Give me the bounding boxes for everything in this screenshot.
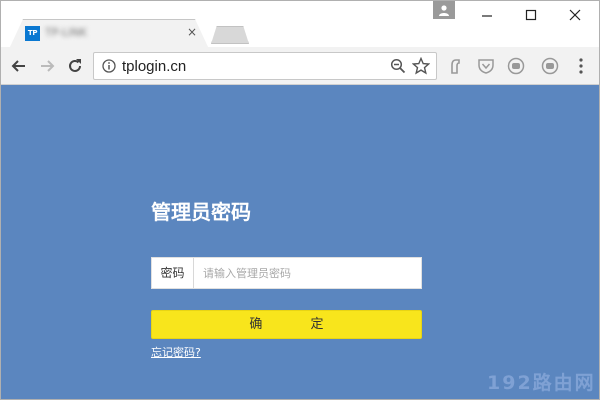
extension-icon[interactable] (447, 57, 465, 75)
password-input[interactable] (195, 258, 421, 288)
tab-title: TP-LINK (45, 26, 87, 39)
menu-icon[interactable] (576, 57, 586, 75)
profile-icon (439, 5, 449, 16)
page-title: 管理员密码 (151, 200, 251, 224)
reload-icon[interactable] (65, 56, 85, 76)
forward-arrow-icon[interactable] (37, 56, 57, 76)
watermark: 192路由网 (487, 372, 596, 394)
ghost-icon[interactable] (541, 57, 559, 75)
tab-strip: TP TP-LINK × (1, 1, 599, 50)
minimize-icon[interactable] (473, 3, 501, 27)
shield-icon[interactable] (477, 57, 495, 75)
confirm-button[interactable]: 确 定 (151, 310, 422, 339)
back-arrow-icon[interactable] (9, 56, 29, 76)
new-tab-button[interactable] (211, 26, 249, 44)
ghost-icon[interactable] (507, 57, 525, 75)
tp-favicon-icon: TP (25, 26, 40, 41)
forgot-password-link[interactable]: 忘记密码? (151, 346, 201, 360)
url-text: tplogin.cn (122, 58, 187, 75)
star-icon[interactable] (412, 57, 430, 75)
browser-window: TP TP-LINK × tplogin.cn 管理员密码 密码 确 定 忘记密… (0, 0, 600, 400)
tab-close-icon[interactable]: × (185, 25, 199, 39)
maximize-icon[interactable] (517, 3, 545, 27)
login-page: 管理员密码 密码 确 定 忘记密码? 192路由网 (1, 85, 599, 399)
profile-button[interactable] (433, 1, 455, 19)
password-label: 密码 (152, 258, 194, 288)
close-icon[interactable] (561, 3, 589, 27)
address-bar[interactable]: tplogin.cn (93, 52, 437, 80)
zoom-icon[interactable] (390, 58, 406, 74)
info-icon[interactable] (102, 59, 116, 73)
password-field-row: 密码 (151, 257, 422, 289)
browser-toolbar: tplogin.cn (1, 47, 599, 85)
